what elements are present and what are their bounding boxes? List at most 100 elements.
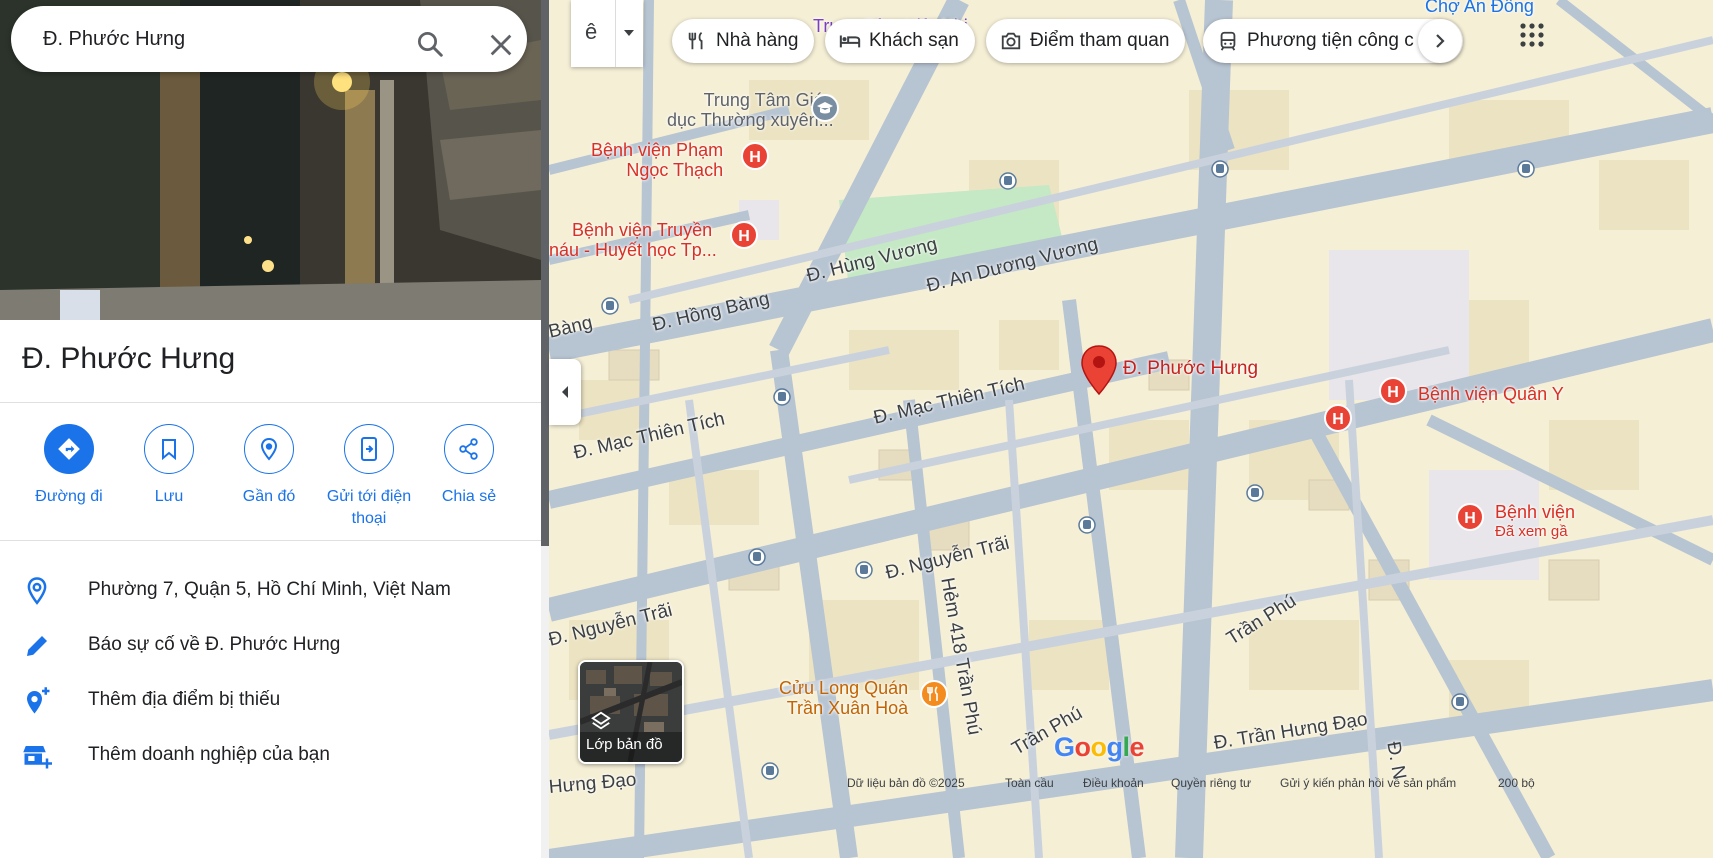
chevron-down-icon[interactable] <box>623 28 635 38</box>
svg-text:H: H <box>1332 411 1344 428</box>
add-location-icon <box>27 687 50 714</box>
chip-attractions[interactable]: Điểm tham quan <box>986 19 1186 63</box>
location-pin-icon <box>27 577 47 605</box>
address-text: Phường 7, Quận 5, Hồ Chí Minh, Việt Nam <box>88 579 451 600</box>
terms-link[interactable]: Điều khoản <box>1083 776 1144 790</box>
global-link[interactable]: Toàn cầu <box>1005 776 1054 790</box>
layers-icon <box>591 711 611 730</box>
poi-label: dục Thường xuyên... <box>667 110 834 130</box>
poi-label: Bệnh viện Truyền <box>572 220 713 240</box>
nearby-pin-icon <box>244 424 294 474</box>
poi-label: Trần Xuân Hoà <box>786 698 909 718</box>
bus-stop-icon[interactable] <box>773 388 791 406</box>
chip-label: Khách sạn <box>869 30 959 51</box>
directions-icon <box>44 424 94 474</box>
chevron-left-icon <box>562 386 568 398</box>
poi-hospital-visited[interactable]: Bệnh viện Đã xem gầ <box>1495 502 1575 542</box>
poi-label: Trung Tâm Giáo <box>703 90 834 110</box>
save-button[interactable]: Lưu <box>119 424 219 508</box>
poi-visited-label: Đã xem gầ <box>1495 523 1568 540</box>
input-tools-button[interactable]: ê <box>571 0 643 67</box>
nearby-label: Gần đó <box>242 488 296 505</box>
add-business-row[interactable]: Thêm doanh nghiệp của bạn <box>0 735 541 775</box>
place-pin-label[interactable]: Đ. Phước Hưng <box>1123 358 1258 380</box>
bus-stop-icon[interactable] <box>999 172 1017 190</box>
directions-label: Đường đi <box>35 488 103 505</box>
poi-hospital-truyen-mau[interactable]: Bệnh viện Truyền náu - Huyết học Tp... <box>549 220 717 260</box>
bus-stop-icon[interactable] <box>761 762 779 780</box>
chevron-right-icon <box>1436 34 1445 48</box>
input-tool-separator <box>615 0 616 67</box>
report-issue-row[interactable]: Báo sự cố về Đ. Phước Hưng <box>0 625 541 665</box>
address-row[interactable]: Phường 7, Quận 5, Hồ Chí Minh, Việt Nam <box>0 570 541 610</box>
restaurant-icon[interactable] <box>919 679 949 709</box>
svg-text:H: H <box>738 228 750 245</box>
place-title: Đ. Phước Hưng <box>22 342 236 375</box>
svg-text:H: H <box>1387 384 1399 401</box>
bus-stop-icon[interactable] <box>1246 484 1264 502</box>
search-input[interactable] <box>43 25 373 53</box>
panel-scrollbar-thumb[interactable] <box>541 0 549 546</box>
search-box <box>11 6 527 72</box>
map-canvas[interactable]: Đ. Hùng Vương Đ. An Dương Vương Đ. Hồng … <box>549 0 1713 858</box>
place-panel: Đ. Phước Hưng Đường đi Lưu Gần đó Gửi tớ… <box>0 0 541 858</box>
phone-send-icon <box>344 424 394 474</box>
hospital-icon[interactable]: H <box>1455 502 1485 536</box>
poi-hospital-quan-y[interactable]: Bệnh viện Quân Y <box>1418 384 1564 404</box>
poi-hospital-pham-ngoc-thach[interactable]: Bệnh viện Phạm Ngọc Thạch <box>591 140 723 180</box>
chip-restaurants[interactable]: Nhà hàng <box>672 19 815 63</box>
bus-stop-icon[interactable] <box>1517 160 1535 178</box>
input-tool-label: ê <box>585 19 598 44</box>
add-missing-place-row[interactable]: Thêm địa điểm bị thiếu <box>0 680 541 720</box>
svg-text:H: H <box>1464 510 1476 527</box>
bookmark-icon <box>144 424 194 474</box>
poi-label: Bệnh viện <box>1495 502 1576 522</box>
add-missing-place-text: Thêm địa điểm bị thiếu <box>88 689 281 710</box>
divider <box>0 540 541 541</box>
hospital-icon[interactable]: H <box>1378 376 1408 410</box>
share-label: Chia sẻ <box>441 488 497 505</box>
poi-restaurant-cuu-long[interactable]: Cửu Long Quán Trần Xuân Hoà <box>779 678 908 718</box>
transit-icon <box>1220 31 1236 51</box>
bus-stop-icon[interactable] <box>1211 160 1229 178</box>
chips-scroll-right-button[interactable] <box>1418 19 1462 63</box>
bus-stop-icon[interactable] <box>1451 693 1469 711</box>
feedback-link[interactable]: Gửi ý kiến phản hồi về sản phẩm <box>1280 776 1456 790</box>
chip-label: Nhà hàng <box>716 30 799 51</box>
hospital-icon[interactable]: H <box>740 141 770 175</box>
google-logo: Google <box>1054 732 1145 762</box>
bus-stop-icon[interactable] <box>748 548 766 566</box>
send-to-phone-button[interactable]: Gửi tới điện thoại <box>319 424 419 530</box>
privacy-link[interactable]: Quyền riêng tư <box>1171 776 1251 790</box>
camera-icon <box>1001 32 1021 50</box>
share-icon <box>444 424 494 474</box>
poi-label: Cửu Long Quán <box>779 678 909 698</box>
search-icon[interactable] <box>415 29 445 59</box>
close-icon[interactable] <box>487 31 515 59</box>
chip-hotels[interactable]: Khách sạn <box>825 19 975 63</box>
map-layers-label: Lớp bản đồ <box>586 736 663 753</box>
nearby-button[interactable]: Gần đó <box>219 424 319 508</box>
apps-grid-icon[interactable] <box>1519 22 1545 48</box>
share-button[interactable]: Chia sẻ <box>419 424 519 508</box>
directions-button[interactable]: Đường đi <box>19 424 119 508</box>
hospital-icon[interactable]: H <box>1323 403 1353 437</box>
chip-label: Điểm tham quan <box>1030 30 1170 51</box>
bus-stop-icon[interactable] <box>1078 516 1096 534</box>
hotel-icon <box>839 35 861 48</box>
add-business-text: Thêm doanh nghiệp của bạn <box>88 744 330 765</box>
divider <box>0 402 541 403</box>
map-layers-button[interactable]: Lớp bản đồ <box>578 660 684 764</box>
report-issue-text: Báo sự cố về Đ. Phước Hưng <box>88 634 341 655</box>
school-icon[interactable] <box>810 93 840 123</box>
collapse-panel-button[interactable] <box>549 359 581 425</box>
svg-text:H: H <box>749 149 761 166</box>
poi-label: náu - Huyết học Tp... <box>549 240 717 260</box>
scale-label[interactable]: 200 bộ <box>1498 776 1535 790</box>
hospital-icon[interactable]: H <box>729 220 759 254</box>
bus-stop-icon[interactable] <box>601 297 619 315</box>
poi-school[interactable]: Trung Tâm Giáo dục Thường xuyên... <box>667 90 834 130</box>
bus-stop-icon[interactable] <box>855 561 873 579</box>
poi-market-label[interactable]: Chợ An Đông <box>1425 0 1534 16</box>
place-pin-icon[interactable] <box>1080 344 1118 396</box>
